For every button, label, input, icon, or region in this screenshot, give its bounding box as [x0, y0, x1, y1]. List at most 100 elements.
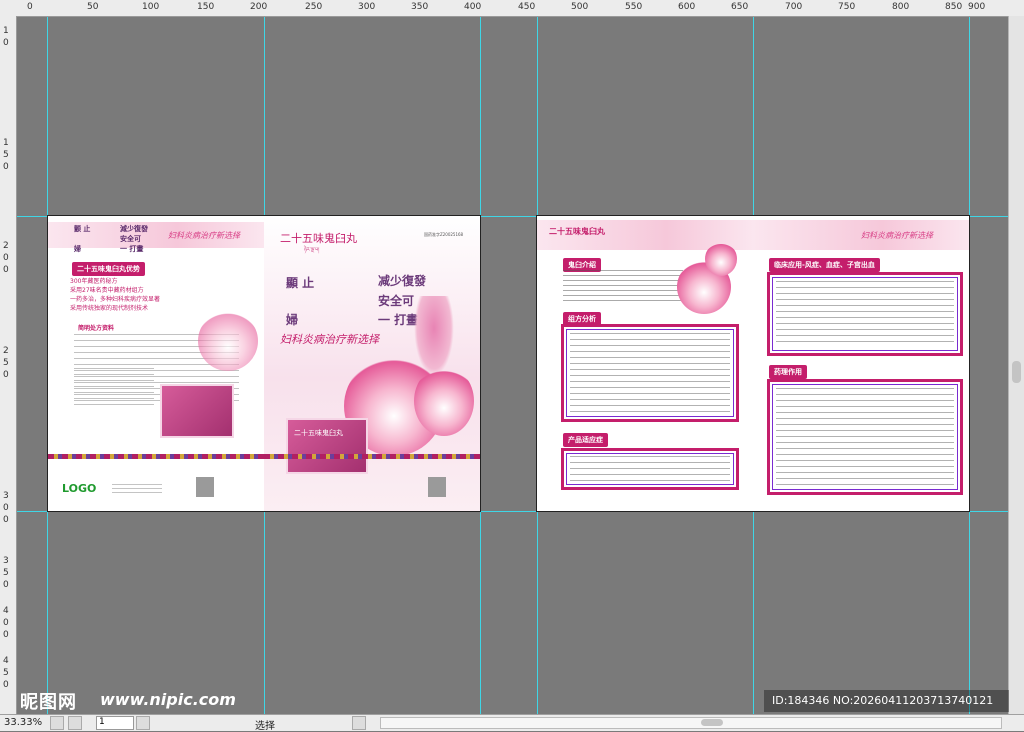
- formula-text: [570, 333, 730, 413]
- ruler-label: 300: [358, 2, 376, 12]
- bullet-item: 采用传统独家的现代制剂技术: [70, 305, 149, 312]
- ruler-label: 850: [945, 2, 963, 12]
- ruler-label: 900: [968, 2, 986, 12]
- pharmacology-tag: 药理作用: [769, 365, 807, 379]
- ruler-label: 400: [464, 2, 482, 12]
- status-bar: 33.33% 1 选择: [0, 714, 1024, 732]
- ruler-label: 0: [3, 680, 9, 690]
- front-text-3b: 一 打畫: [378, 313, 419, 327]
- indication-text: [570, 456, 730, 482]
- pharmacology-frame: [767, 379, 963, 495]
- guide-vertical[interactable]: [969, 17, 970, 714]
- ruler-label: 1: [3, 26, 9, 36]
- product-box-image: 二十五味鬼臼丸: [286, 418, 368, 474]
- ruler-label: 5: [3, 358, 9, 368]
- decorative-strip: [48, 454, 264, 459]
- inner-header: 二十五味鬼臼丸: [549, 227, 605, 236]
- ruler-label: 0: [3, 162, 9, 172]
- formula-frame: [561, 324, 739, 422]
- left-spread[interactable]: 颤 止 減少復發 安全可 婦 一 打畫 妇科炎病治疗新选择 二十五味鬼臼丸优势 …: [48, 216, 480, 511]
- intro-text: [563, 270, 683, 304]
- back-text-2: 減少復發: [120, 225, 148, 233]
- ruler-label: 0: [3, 630, 9, 640]
- front-text-2: 安全可: [378, 294, 415, 308]
- ruler-label: 0: [3, 370, 9, 380]
- next-page-button[interactable]: [136, 716, 150, 730]
- horizontal-scrollbar[interactable]: [380, 717, 1002, 729]
- indication-frame: [561, 448, 739, 490]
- ruler-label: 2: [3, 241, 9, 251]
- ruler-label: 4: [3, 656, 9, 666]
- ruler-label: 0: [3, 503, 9, 513]
- ruler-label: 450: [518, 2, 536, 12]
- ruler-label: 50: [87, 2, 99, 12]
- logo: LOGO: [62, 482, 97, 495]
- ruler-label: 500: [571, 2, 589, 12]
- ruler-label: 650: [731, 2, 749, 12]
- page-input[interactable]: 1: [96, 716, 134, 730]
- ruler-label: 3: [3, 491, 9, 501]
- ruler-label: 150: [197, 2, 215, 12]
- product-box-image: [160, 384, 234, 438]
- ruler-label: 0: [3, 618, 9, 628]
- clinical-tag: 临床应用-风症、血症、子宫出血: [769, 258, 880, 272]
- vertical-scroll-thumb[interactable]: [1012, 361, 1021, 383]
- company-info: [112, 484, 162, 496]
- advantage-tag: 二十五味鬼臼丸优势: [72, 262, 145, 276]
- front-text-3a: 婦: [286, 313, 299, 327]
- indication-tag: 产品适应症: [563, 433, 608, 447]
- ruler-label: 100: [142, 2, 160, 12]
- ruler-label: 200: [250, 2, 268, 12]
- ruler-label: 0: [27, 2, 33, 12]
- guide-horizontal[interactable]: [17, 511, 1009, 512]
- back-page: 颤 止 減少復發 安全可 婦 一 打畫 妇科炎病治疗新选择 二十五味鬼臼丸优势 …: [48, 216, 264, 511]
- ruler-label: 5: [3, 150, 9, 160]
- front-page: 二十五味鬼臼丸 ཉེར་ལྔ་པ། 国药准字Z20025168 顯 止 减少復發…: [264, 216, 480, 511]
- watermark-id: ID:184346 NO:20260411203713740121: [772, 694, 994, 707]
- watermark-brand: 昵图网: [20, 692, 77, 713]
- clinical-text: [776, 281, 954, 347]
- bullet-item: 300年藏医药秘方: [70, 278, 118, 285]
- horizontal-scroll-thumb[interactable]: [701, 719, 723, 726]
- bullet-item: 一药多治，多种妇科疾病疗效显著: [70, 296, 161, 303]
- clinical-frame: [767, 272, 963, 356]
- ruler-label: 2: [3, 346, 9, 356]
- qr-code: [196, 477, 214, 497]
- decorative-strip: [264, 454, 480, 459]
- vertical-scrollbar[interactable]: [1008, 16, 1024, 714]
- inner-left-page: 二十五味鬼臼丸 鬼臼介绍 组方分析 产品适应症: [537, 216, 753, 511]
- back-slogan: 妇科炎病治疗新选择: [168, 231, 240, 240]
- flower-image: [198, 311, 258, 371]
- prescription-details: [74, 368, 154, 408]
- flower-image: [414, 366, 474, 436]
- right-spread[interactable]: 二十五味鬼臼丸 鬼臼介绍 组方分析 产品适应症 妇科炎病治疗新选择 临床应用-风…: [537, 216, 969, 511]
- ruler-label: 5: [3, 668, 9, 678]
- ruler-label: 800: [892, 2, 910, 12]
- bullet-item: 采用27味名贵中藏药材组方: [70, 287, 144, 294]
- first-page-button[interactable]: [50, 716, 64, 730]
- tibetan-name: ཉེར་ལྔ་པ།: [304, 247, 320, 253]
- prev-page-button[interactable]: [68, 716, 82, 730]
- ruler-label: 750: [838, 2, 856, 12]
- ruler-label: 550: [625, 2, 643, 12]
- front-slogan: 妇科炎病治疗新选择: [280, 333, 379, 346]
- horizontal-ruler[interactable]: 0 50 100 150 200 250 300 350 400 450 500…: [0, 0, 1024, 17]
- ruler-label: 5: [3, 568, 9, 578]
- approval-number: 国药准字Z20025168: [424, 232, 464, 237]
- back-text-3: 安全可: [120, 235, 141, 243]
- ruler-label: 0: [3, 580, 9, 590]
- zoom-level[interactable]: 33.33%: [4, 717, 42, 728]
- ruler-label: 0: [3, 253, 9, 263]
- guide-vertical[interactable]: [480, 17, 481, 714]
- advantage-list: 300年藏医药秘方 采用27味名贵中藏药材组方 一药多治，多种妇科疾病疗效显著 …: [70, 276, 200, 312]
- front-text-1a: 顯 止: [286, 276, 315, 290]
- mode-menu-button[interactable]: [352, 716, 366, 730]
- watermark-url: www.nipic.com: [100, 690, 236, 709]
- ruler-label: 0: [3, 265, 9, 275]
- front-text-1b: 减少復發: [378, 274, 427, 288]
- vertical-ruler[interactable]: 1 0 1 5 0 2 0 0 2 5 0 3 0 0 3 5 0 4 0 0 …: [0, 16, 17, 714]
- ruler-label: 4: [3, 606, 9, 616]
- inner-right-page: 妇科炎病治疗新选择 临床应用-风症、血症、子宫出血 药理作用: [753, 216, 969, 511]
- ruler-label: 350: [411, 2, 429, 12]
- ruler-label: 1: [3, 138, 9, 148]
